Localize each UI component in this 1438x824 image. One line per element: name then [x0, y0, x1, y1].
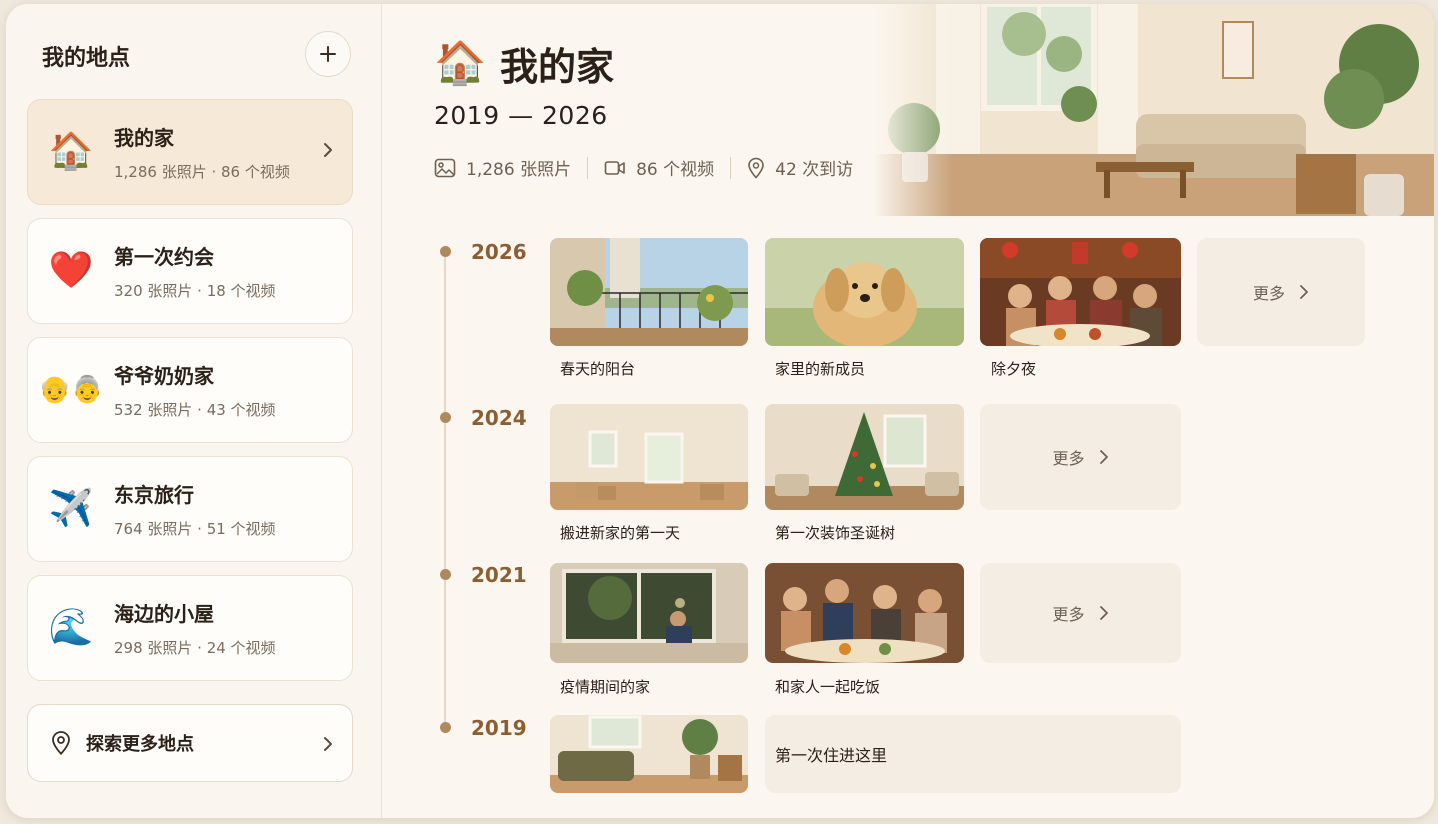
visit-count-stat: 42 次到访	[747, 155, 853, 180]
divider	[587, 156, 589, 179]
explore-more-places-button[interactable]: 探索更多地点	[27, 704, 353, 782]
photo-caption: 家里的新成员	[775, 360, 866, 378]
photo-count-stat: 1,286 张照片	[434, 155, 571, 180]
year-label-2021: 2021	[471, 563, 527, 587]
visit-count: 42 次到访	[775, 160, 854, 180]
photo-new-years-eve[interactable]	[980, 238, 1181, 346]
year-label-2026: 2026	[471, 240, 527, 264]
place-list: 🏠 我的家 1,286 张照片 · 86 个视频 ❤️ 第一次约会 320 张照…	[27, 99, 353, 694]
more-label: 更多	[1052, 449, 1085, 468]
hero-living-room-image	[874, 4, 1434, 216]
image-icon	[434, 158, 456, 177]
photo-caption: 和家人一起吃饭	[775, 678, 881, 696]
page-title: 我的家	[500, 45, 615, 89]
place-name: 爷爷奶奶家	[114, 364, 214, 388]
plus-icon	[320, 46, 336, 62]
timeline-line	[444, 250, 446, 725]
photo-first-moved-in[interactable]	[550, 715, 748, 793]
place-card-grandparents-home[interactable]: 👴👵 爷爷奶奶家 532 张照片 · 43 个视频	[27, 337, 353, 443]
place-card-first-date[interactable]: ❤️ 第一次约会 320 张照片 · 18 个视频	[27, 218, 353, 324]
airplane-icon: ✈️	[48, 488, 94, 529]
explore-label: 探索更多地点	[86, 734, 194, 755]
video-camera-icon	[604, 160, 625, 175]
photo-new-puppy[interactable]	[765, 238, 964, 346]
place-card-my-home[interactable]: 🏠 我的家 1,286 张照片 · 86 个视频	[27, 99, 353, 205]
grandparents-icon: 👴👵	[38, 375, 104, 405]
heart-icon: ❤️	[48, 250, 94, 291]
place-meta: 532 张照片 · 43 个视频	[114, 401, 276, 419]
photo-caption: 春天的阳台	[560, 360, 636, 378]
more-label: 更多	[1052, 605, 1085, 624]
place-name: 第一次约会	[114, 245, 214, 269]
location-pin-icon	[748, 157, 764, 179]
place-meta: 1,286 张照片 · 86 个视频	[114, 163, 290, 181]
timeline-dot	[440, 722, 451, 733]
house-icon: 🏠	[48, 131, 94, 172]
photo-count: 1,286 张照片	[466, 160, 572, 180]
place-card-tokyo-trip[interactable]: ✈️ 东京旅行 764 张照片 · 51 个视频	[27, 456, 353, 562]
place-name: 东京旅行	[114, 483, 194, 507]
sidebar: 我的地点 🏠 我的家 1,286 张照片 · 86 个视频 ❤️ 第一次约会 3…	[6, 4, 382, 818]
photo-caption: 疫情期间的家	[560, 678, 651, 696]
year-label-2019: 2019	[471, 716, 527, 740]
timeline-dot	[440, 246, 451, 257]
app-window: 我的地点 🏠 我的家 1,286 张照片 · 86 个视频 ❤️ 第一次约会 3…	[6, 4, 1434, 818]
place-name: 海边的小屋	[114, 602, 214, 626]
more-button-2024[interactable]: 更多	[980, 404, 1181, 510]
note-first-moved-in[interactable]: 第一次住进这里	[765, 715, 1181, 793]
sidebar-title: 我的地点	[42, 46, 131, 71]
divider	[730, 156, 732, 179]
place-name: 我的家	[114, 126, 174, 150]
timeline-dot	[440, 412, 451, 423]
video-count-stat: 86 个视频	[604, 155, 714, 180]
photo-spring-balcony[interactable]	[550, 238, 748, 346]
year-label-2024: 2024	[471, 406, 527, 430]
location-pin-icon	[52, 731, 70, 756]
main-panel: 🏠 我的家 2019 — 2026 1,286 张照片 86 个视频 42 次到…	[382, 4, 1434, 818]
place-meta: 298 张照片 · 24 个视频	[114, 639, 276, 657]
year-range: 2019 — 2026	[434, 101, 608, 130]
timeline-dot	[440, 569, 451, 580]
photo-home-during-pandemic[interactable]	[550, 563, 748, 663]
wave-icon: 🌊	[48, 607, 94, 648]
house-icon: 🏠	[434, 38, 487, 87]
add-place-button[interactable]	[305, 31, 351, 77]
photo-caption: 搬进新家的第一天	[560, 524, 681, 542]
note-text: 第一次住进这里	[775, 746, 888, 765]
chevron-right-icon	[1300, 285, 1308, 299]
place-card-beach-cabin[interactable]: 🌊 海边的小屋 298 张照片 · 24 个视频	[27, 575, 353, 681]
video-count: 86 个视频	[636, 160, 715, 180]
photo-caption: 第一次装饰圣诞树	[775, 524, 896, 542]
place-meta: 764 张照片 · 51 个视频	[114, 520, 276, 538]
chevron-right-icon	[1099, 606, 1108, 620]
photo-family-dinner[interactable]	[765, 563, 964, 663]
stats-row: 1,286 张照片 86 个视频 42 次到访	[434, 155, 853, 180]
photo-move-in-day[interactable]	[550, 404, 748, 510]
photo-christmas-tree[interactable]	[765, 404, 964, 510]
photo-caption: 除夕夜	[991, 360, 1037, 378]
more-button-2026[interactable]: 更多	[1197, 238, 1365, 346]
more-label: 更多	[1252, 284, 1285, 303]
chevron-right-icon	[324, 737, 332, 751]
place-meta: 320 张照片 · 18 个视频	[114, 282, 276, 300]
more-button-2021[interactable]: 更多	[980, 563, 1181, 663]
chevron-right-icon	[1099, 450, 1108, 464]
chevron-right-icon	[324, 143, 332, 157]
